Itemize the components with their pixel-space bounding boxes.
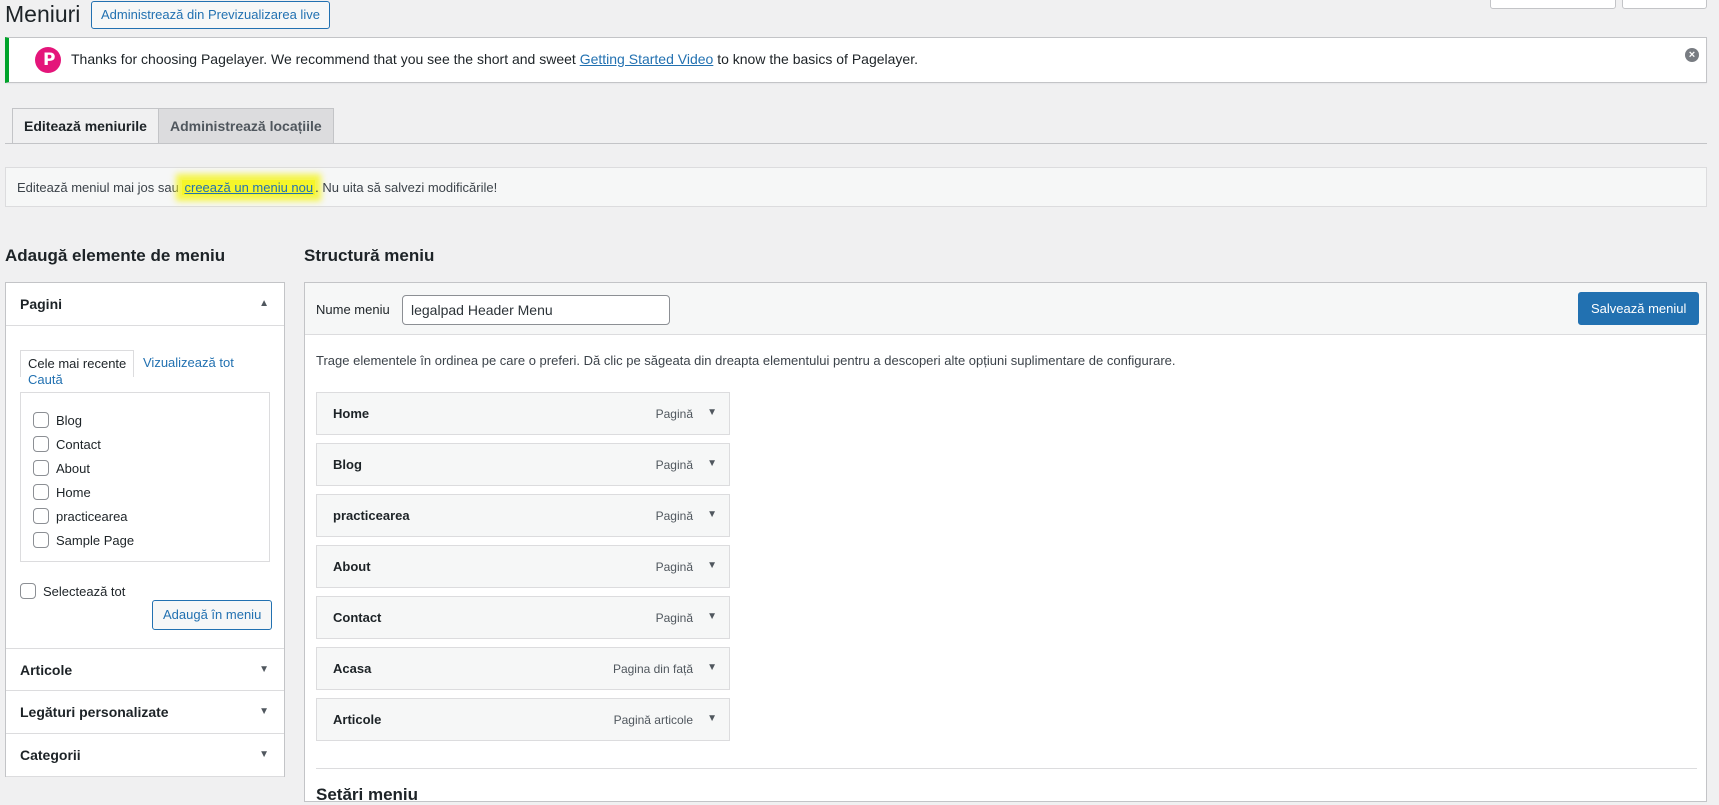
chevron-down-icon: ▼ xyxy=(259,749,269,760)
checkbox[interactable] xyxy=(33,460,49,476)
menu-structure-title: Structură meniu xyxy=(304,246,435,265)
accordion-posts-header[interactable]: Articole ▼ xyxy=(6,648,284,691)
create-new-menu-link[interactable]: creează un meniu nou xyxy=(182,180,316,195)
checkbox[interactable] xyxy=(33,508,49,524)
chevron-down-icon: ▼ xyxy=(259,706,269,717)
add-menu-items-title: Adaugă elemente de meniu xyxy=(5,246,226,265)
checkbox[interactable] xyxy=(33,412,49,428)
manage-live-preview-button[interactable]: Administrează din Previzualizarea live xyxy=(91,1,330,29)
chevron-down-icon[interactable]: ▼ xyxy=(707,509,717,520)
tab-manage-locations[interactable]: Administrează locațiile xyxy=(158,108,334,143)
menu-item-contact[interactable]: Contact Pagină ▼ xyxy=(316,596,730,639)
top-right-button-1[interactable] xyxy=(1490,0,1616,9)
pages-checklist: Blog Contact About Home practicearea Sam… xyxy=(20,392,270,562)
chevron-down-icon[interactable]: ▼ xyxy=(707,560,717,571)
subtab-search[interactable]: Caută xyxy=(28,372,63,387)
drag-instructions: Trage elementele în ordinea pe care o pr… xyxy=(316,353,1176,368)
chevron-down-icon[interactable]: ▼ xyxy=(707,407,717,418)
settings-divider xyxy=(316,768,1697,769)
menu-name-input[interactable] xyxy=(402,295,670,325)
menu-settings-title: Setări meniu xyxy=(316,785,419,804)
pagelayer-notice: P Thanks for choosing Pagelayer. We reco… xyxy=(5,37,1707,83)
menu-structure-panel: Nume meniu Salvează meniul Trage element… xyxy=(304,282,1707,804)
menu-name-label: Nume meniu xyxy=(316,302,390,317)
checkbox[interactable] xyxy=(33,532,49,548)
chevron-down-icon: ▼ xyxy=(259,664,269,675)
manage-menus-text: Editează meniul mai jos sau creează un m… xyxy=(17,180,498,195)
tabs-divider xyxy=(5,143,1707,144)
chevron-up-icon: ▲ xyxy=(259,298,269,309)
menu-item-practicearea[interactable]: practicearea Pagină ▼ xyxy=(316,494,730,537)
menu-item-blog[interactable]: Blog Pagină ▼ xyxy=(316,443,730,486)
save-menu-button[interactable]: Salvează meniul xyxy=(1578,292,1700,325)
add-menu-items-accordion: Pagini ▲ Cele mai recente Vizualizează t… xyxy=(5,282,285,777)
page-title: Meniuri xyxy=(5,1,81,27)
accordion-custom-links-header[interactable]: Legături personalizate ▼ xyxy=(6,691,284,734)
pagelayer-logo-icon: P xyxy=(35,47,61,73)
accordion-pages-header[interactable]: Pagini ▲ xyxy=(6,283,284,326)
menu-header-bar: Nume meniu Salvează meniul xyxy=(305,283,1706,335)
menu-item-articole[interactable]: Articole Pagină articole ▼ xyxy=(316,698,730,741)
add-to-menu-button[interactable]: Adaugă în meniu xyxy=(152,600,273,630)
chevron-down-icon[interactable]: ▼ xyxy=(707,713,717,724)
menu-item-about[interactable]: About Pagină ▼ xyxy=(316,545,730,588)
close-icon[interactable]: × xyxy=(1685,48,1699,62)
accordion-pages-label: Pagini xyxy=(20,296,63,312)
checkbox[interactable] xyxy=(33,484,49,500)
notice-text: Thanks for choosing Pagelayer. We recomm… xyxy=(71,51,918,67)
chevron-down-icon[interactable]: ▼ xyxy=(707,611,717,622)
top-right-button-2[interactable] xyxy=(1622,0,1707,9)
menu-item-acasa[interactable]: Acasa Pagina din față ▼ xyxy=(316,647,730,690)
chevron-down-icon[interactable]: ▼ xyxy=(707,458,717,469)
manage-menus-bar: Editează meniul mai jos sau creează un m… xyxy=(5,167,1707,207)
chevron-down-icon[interactable]: ▼ xyxy=(707,662,717,673)
getting-started-video-link[interactable]: Getting Started Video xyxy=(580,51,714,67)
menu-item-home[interactable]: Home Pagină ▼ xyxy=(316,392,730,435)
subtab-view-all[interactable]: Vizualizează tot xyxy=(143,355,234,370)
tab-edit-menus[interactable]: Editează meniurile xyxy=(12,108,159,143)
select-all-checkbox[interactable] xyxy=(20,583,36,599)
checkbox[interactable] xyxy=(33,436,49,452)
accordion-categories-header[interactable]: Categorii ▼ xyxy=(6,734,284,777)
